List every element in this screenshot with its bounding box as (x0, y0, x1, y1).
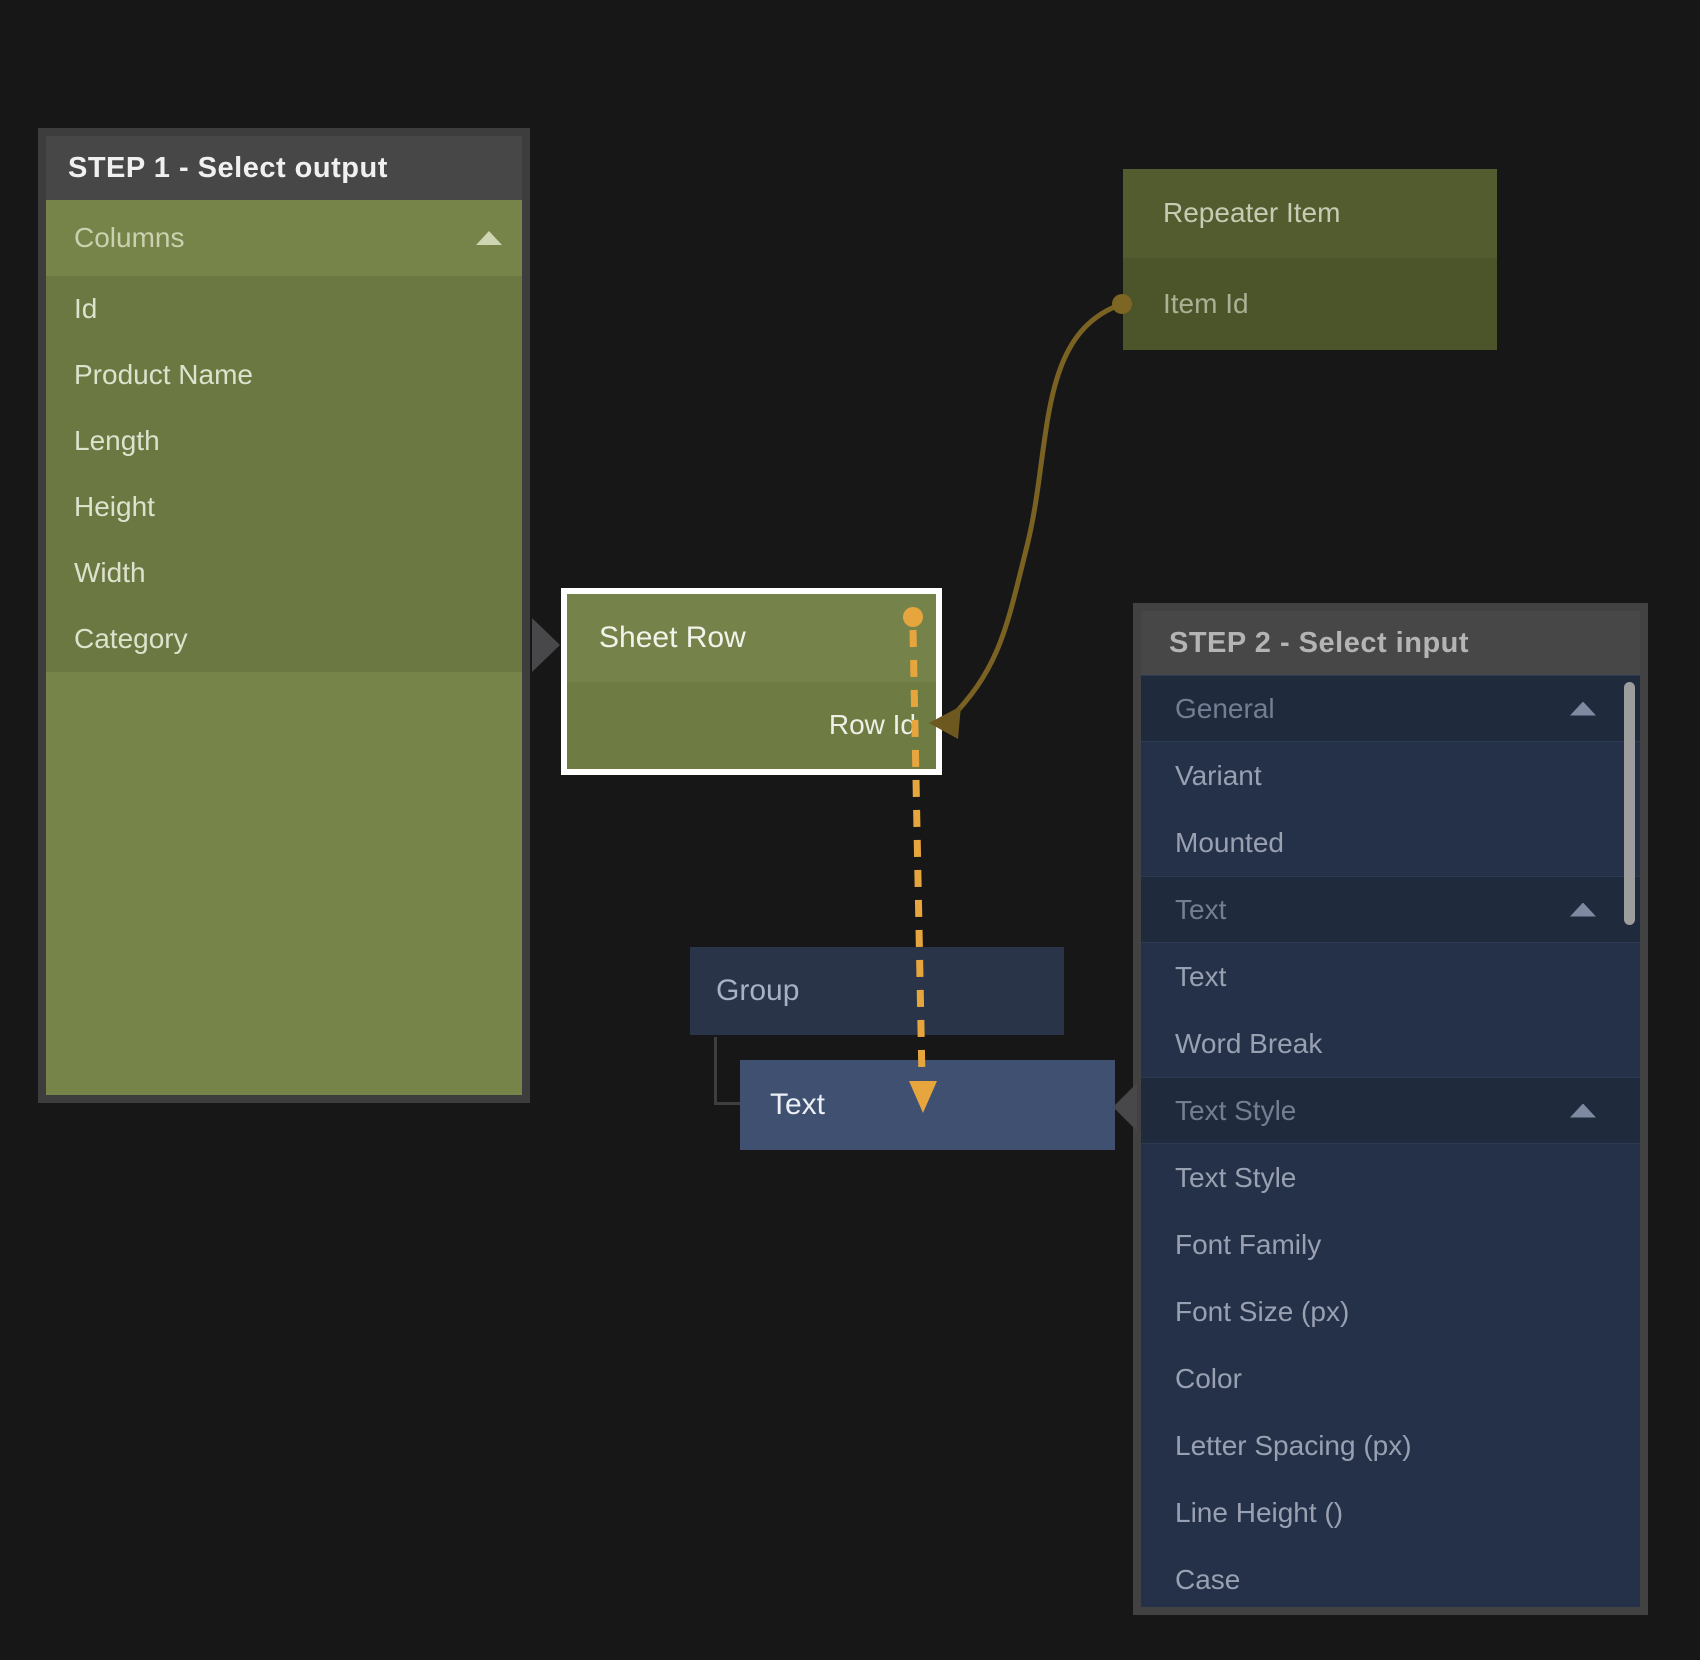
step1-item-category[interactable]: Category (46, 606, 522, 672)
step2-title: STEP 2 - Select input (1169, 627, 1469, 660)
step2-row-variant[interactable]: Variant (1141, 742, 1640, 809)
step2-row-font-family[interactable]: Font Family (1141, 1211, 1640, 1278)
sheet-row-node[interactable]: Sheet Row Row Id (561, 588, 942, 775)
text-node[interactable]: Text (740, 1060, 1115, 1150)
group-label: Group (716, 974, 799, 1008)
sheet-row-title: Sheet Row (599, 621, 746, 655)
step2-row-label: Font Family (1175, 1229, 1321, 1261)
step2-row-label: General (1175, 693, 1275, 725)
step2-row-label: Mounted (1175, 827, 1284, 859)
step1-item-id[interactable]: Id (46, 276, 522, 342)
step2-row-label: Letter Spacing (px) (1175, 1430, 1412, 1462)
step1-output-connector-icon (532, 618, 560, 672)
step1-title: STEP 1 - Select output (68, 152, 388, 185)
step2-row-font-size-px[interactable]: Font Size (px) (1141, 1278, 1640, 1345)
step1-panel: STEP 1 - Select output Columns IdProduct… (38, 128, 530, 1103)
step2-row-label: Variant (1175, 760, 1262, 792)
repeater-item-title: Repeater Item (1163, 197, 1340, 229)
repeater-item-node[interactable]: Repeater Item Item Id (1123, 169, 1497, 350)
group-node[interactable]: Group (690, 947, 1064, 1035)
step2-row-label: Font Size (px) (1175, 1296, 1349, 1328)
text-label: Text (770, 1088, 825, 1122)
collapse-arrow-icon[interactable] (1570, 702, 1596, 716)
step2-row-text-style-section[interactable]: Text Style (1141, 1077, 1640, 1144)
step2-row-label: Text Style (1175, 1095, 1296, 1127)
tree-connector-horizontal (714, 1102, 740, 1105)
step1-item-height[interactable]: Height (46, 474, 522, 540)
repeater-item-header[interactable]: Repeater Item (1123, 169, 1497, 258)
step2-row-color[interactable]: Color (1141, 1345, 1640, 1412)
step2-row-general-section[interactable]: General (1141, 675, 1640, 742)
step2-panel: STEP 2 - Select input General Variant Moun… (1133, 603, 1648, 1615)
step2-row-line-height[interactable]: Line Height () (1141, 1479, 1640, 1546)
step2-row-word-break[interactable]: Word Break (1141, 1010, 1640, 1077)
step2-row-text[interactable]: Text (1141, 943, 1640, 1010)
repeater-item-port[interactable]: Item Id (1123, 258, 1497, 350)
collapse-arrow-icon[interactable] (476, 231, 502, 245)
step2-row-letter-spacing-px[interactable]: Letter Spacing (px) (1141, 1412, 1640, 1479)
step2-row-list: General Variant Mounted Text Text Word Break T… (1141, 675, 1640, 1607)
step2-row-label: Text Style (1175, 1162, 1296, 1194)
step2-row-case[interactable]: Case (1141, 1546, 1640, 1607)
row-id-label: Row Id (829, 709, 916, 741)
step2-row-label: Text (1175, 961, 1226, 993)
step1-item-width[interactable]: Width (46, 540, 522, 606)
step2-row-label: Text (1175, 894, 1226, 926)
tree-connector-vertical (714, 1037, 717, 1105)
step1-item-length[interactable]: Length (46, 408, 522, 474)
step1-columns-group-header[interactable]: Columns (46, 200, 522, 276)
step1-header: STEP 1 - Select output (46, 136, 522, 200)
step2-scrollbar[interactable] (1624, 682, 1635, 925)
collapse-arrow-icon[interactable] (1570, 903, 1596, 917)
step2-row-label: Line Height () (1175, 1497, 1343, 1529)
sheet-row-port[interactable]: Row Id (567, 682, 936, 770)
step1-item-product-name[interactable]: Product Name (46, 342, 522, 408)
step2-row-mounted[interactable]: Mounted (1141, 809, 1640, 876)
step2-row-label: Color (1175, 1363, 1242, 1395)
step1-empty-area (46, 672, 522, 1095)
step2-row-label: Word Break (1175, 1028, 1322, 1060)
item-id-label: Item Id (1163, 288, 1249, 320)
step1-item-list: IdProduct NameLengthHeightWidthCategory (46, 276, 522, 672)
step2-row-text-section[interactable]: Text (1141, 876, 1640, 943)
sheet-row-header[interactable]: Sheet Row (567, 594, 936, 682)
step2-row-text-style[interactable]: Text Style (1141, 1144, 1640, 1211)
step2-row-label: Case (1175, 1564, 1240, 1596)
step2-header: STEP 2 - Select input (1141, 611, 1640, 675)
mapping-connection-line (948, 304, 1122, 721)
step1-columns-label: Columns (74, 222, 184, 254)
mapping-canvas: STEP 1 - Select output Columns IdProduct… (0, 0, 1700, 1660)
collapse-arrow-icon[interactable] (1570, 1104, 1596, 1118)
